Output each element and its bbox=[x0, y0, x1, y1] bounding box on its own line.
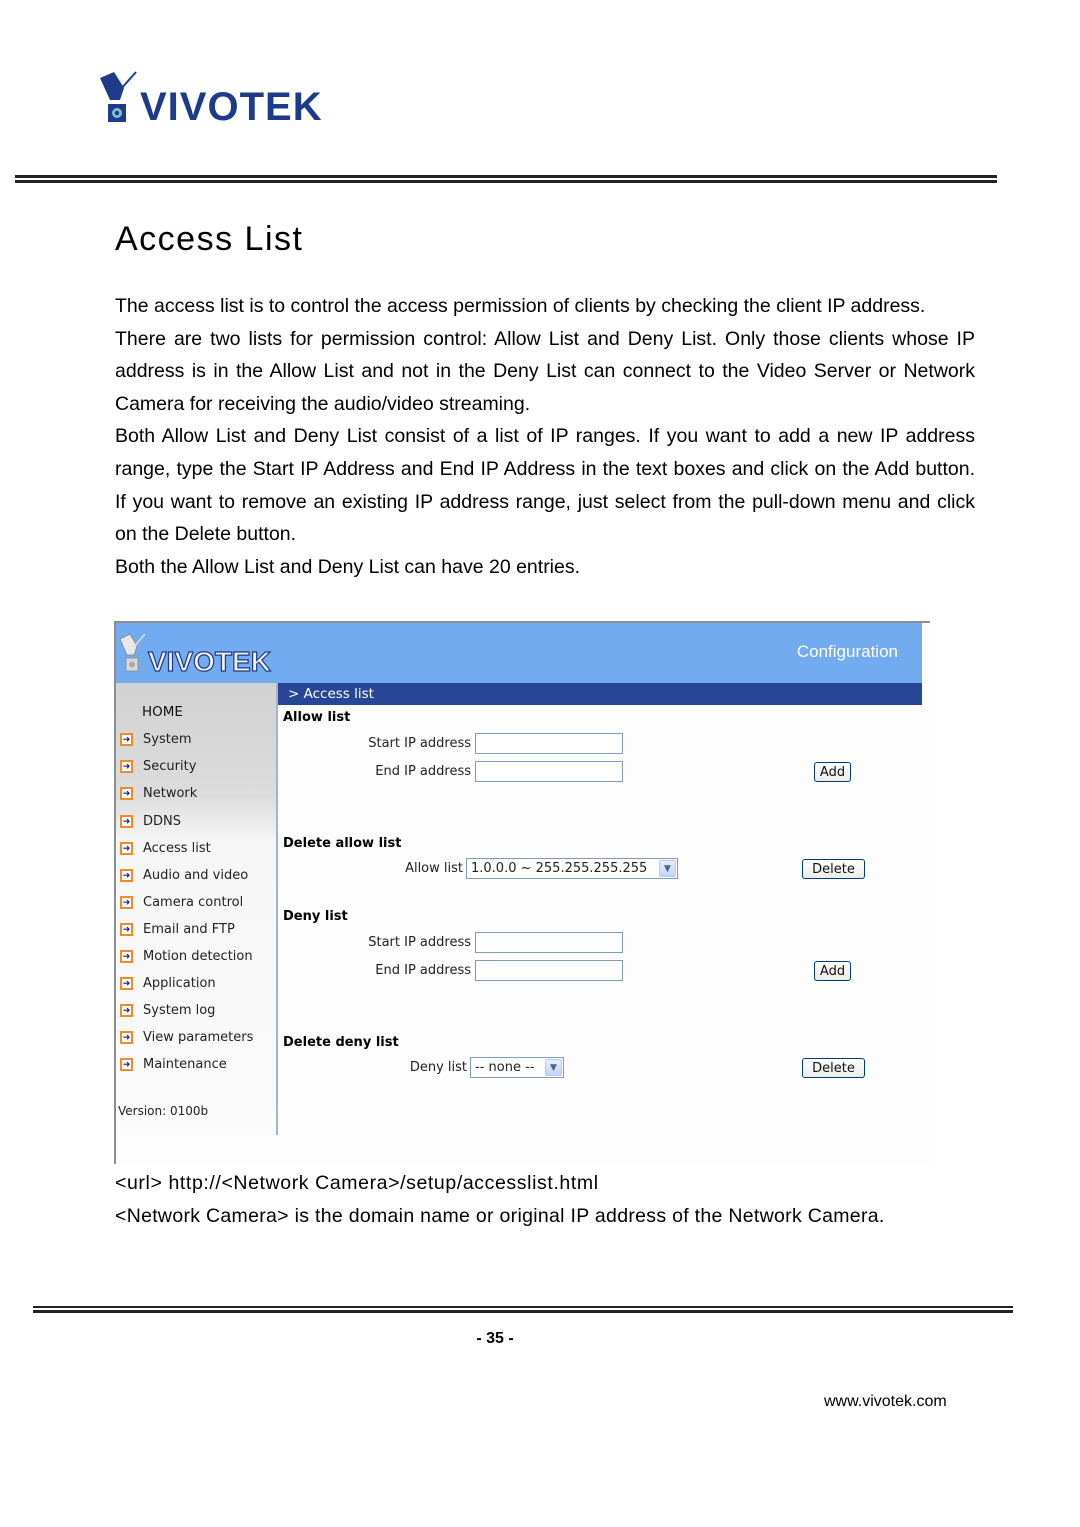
sidebar-item-system-log[interactable]: ➜ System log bbox=[120, 1000, 215, 1020]
access-list-screenshot: VIVOTEK Configuration HOME ➜ System ➜ Secu… bbox=[114, 621, 930, 1164]
sidebar: HOME ➜ System ➜ Security ➜ Network ➜ DDNS ➜ A… bbox=[116, 683, 278, 1135]
paragraph: Both the Allow List and Deny List can ha… bbox=[115, 555, 581, 578]
allow-list-selected-value: 1.0.0.0 ~ 255.255.255.255 bbox=[471, 861, 648, 876]
deny-delete-button[interactable]: Delete bbox=[802, 1058, 865, 1078]
deny-add-button[interactable]: Add bbox=[814, 961, 851, 981]
deny-list-selected-value: -- none -- bbox=[475, 1060, 535, 1075]
footer-url: www.vivotek.com bbox=[824, 1393, 947, 1410]
arrow-right-icon: ➜ bbox=[120, 814, 133, 828]
body-text: The access list is to control the access… bbox=[115, 290, 975, 583]
arrow-right-icon: ➜ bbox=[120, 786, 133, 800]
allow-end-ip-label: End IP address bbox=[375, 764, 471, 779]
note-line: <Network Camera> is the domain name or o… bbox=[115, 1205, 885, 1227]
deny-end-ip-label: End IP address bbox=[375, 963, 471, 978]
sidebar-item-motion-detection[interactable]: ➜ Motion detection bbox=[120, 946, 253, 966]
arrow-right-icon: ➜ bbox=[120, 1003, 133, 1017]
arrow-right-icon: ➜ bbox=[120, 895, 133, 909]
delete-allow-list-title: Delete allow list bbox=[283, 836, 402, 851]
camera-icon bbox=[100, 71, 137, 122]
header-rule bbox=[15, 175, 997, 183]
version-label: Version: 0100b bbox=[118, 1104, 209, 1118]
arrow-right-icon: ➜ bbox=[120, 949, 133, 963]
config-header: VIVOTEK Configuration bbox=[116, 623, 922, 683]
sidebar-item-network[interactable]: ➜ Network bbox=[120, 783, 197, 803]
page-title: Access List bbox=[115, 220, 304, 258]
arrow-right-icon: ➜ bbox=[120, 976, 133, 990]
sidebar-item-security[interactable]: ➜ Security bbox=[120, 756, 196, 776]
sidebar-home-link[interactable]: HOME bbox=[142, 704, 183, 720]
deny-end-ip-input[interactable] bbox=[475, 960, 623, 981]
breadcrumb: > Access list bbox=[278, 683, 922, 705]
arrow-right-icon: ➜ bbox=[120, 732, 133, 746]
paragraph: The access list is to control the access… bbox=[115, 295, 926, 317]
brand-wordmark: VIVOTEK bbox=[140, 85, 323, 128]
vivotek-logo: VIVOTEK bbox=[119, 633, 272, 677]
config-title: Configuration bbox=[796, 642, 898, 661]
sidebar-item-maintenance[interactable]: ➜ Maintenance bbox=[120, 1054, 227, 1074]
arrow-right-icon: ➜ bbox=[120, 759, 133, 773]
paragraph: Both Allow List and Deny List consist of… bbox=[115, 425, 975, 546]
sidebar-item-access-list[interactable]: ➜ Access list bbox=[120, 838, 211, 858]
chevron-down-icon: ▼ bbox=[545, 1059, 562, 1076]
sidebar-item-application[interactable]: ➜ Application bbox=[120, 973, 216, 993]
arrow-right-icon: ➜ bbox=[120, 922, 133, 936]
allow-start-ip-label: Start IP address bbox=[368, 736, 471, 751]
allow-add-button[interactable]: Add bbox=[814, 762, 851, 782]
deny-start-ip-label: Start IP address bbox=[368, 935, 471, 950]
footer-rule bbox=[33, 1306, 1013, 1313]
sidebar-item-system[interactable]: ➜ System bbox=[120, 729, 191, 749]
allow-list-select-label: Allow list bbox=[405, 861, 463, 876]
delete-deny-list-title: Delete deny list bbox=[283, 1035, 399, 1050]
allow-list-title: Allow list bbox=[283, 710, 351, 725]
arrow-right-icon: ➜ bbox=[120, 841, 133, 855]
arrow-right-icon: ➜ bbox=[120, 1030, 133, 1044]
sidebar-item-email-and-ftp[interactable]: ➜ Email and FTP bbox=[120, 919, 235, 939]
deny-list-select-label: Deny list bbox=[409, 1060, 467, 1075]
arrow-right-icon: ➜ bbox=[120, 868, 133, 882]
allow-start-ip-input[interactable] bbox=[475, 733, 623, 754]
vivotek-logo: VIVOTEK bbox=[100, 71, 323, 128]
arrow-right-icon: ➜ bbox=[120, 1057, 133, 1071]
sidebar-item-view-parameters[interactable]: ➜ View parameters bbox=[120, 1027, 253, 1047]
deny-list-select[interactable]: -- none -- ▼ bbox=[470, 1057, 564, 1078]
deny-list-title: Deny list bbox=[283, 909, 348, 924]
deny-start-ip-input[interactable] bbox=[475, 932, 623, 953]
brand-wordmark: VIVOTEK bbox=[148, 646, 271, 677]
allow-list-select[interactable]: 1.0.0.0 ~ 255.255.255.255 ▼ bbox=[466, 858, 678, 879]
allow-delete-button[interactable]: Delete bbox=[802, 859, 865, 879]
chevron-down-icon: ▼ bbox=[659, 860, 676, 877]
page-number: - 35 - bbox=[476, 1330, 514, 1347]
camera-icon bbox=[119, 633, 146, 672]
sidebar-item-audio-and-video[interactable]: ➜ Audio and video bbox=[120, 865, 248, 885]
url-line: <url> http://<Network Camera>/setup/acce… bbox=[115, 1172, 599, 1194]
allow-end-ip-input[interactable] bbox=[475, 761, 623, 782]
sidebar-item-ddns[interactable]: ➜ DDNS bbox=[120, 811, 181, 831]
sidebar-item-camera-control[interactable]: ➜ Camera control bbox=[120, 892, 243, 912]
paragraph: There are two lists for permission contr… bbox=[115, 327, 975, 415]
